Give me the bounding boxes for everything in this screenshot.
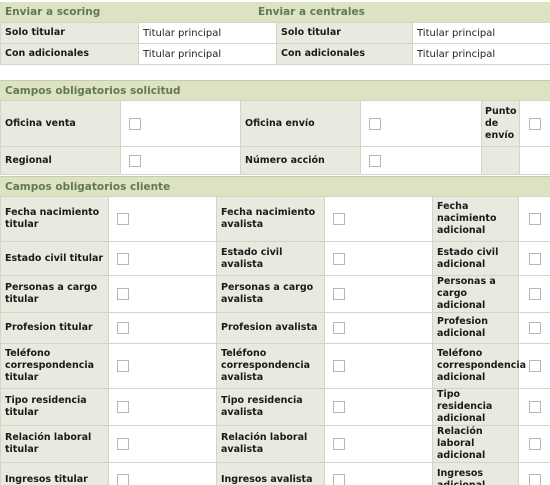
cliente-field-label-adicional: Profesion adicional (432, 312, 519, 344)
cliente-field-label-avalista: Estado civil avalista (216, 241, 325, 276)
cliente-row: Relación laboral titular Relación laboral… (0, 425, 550, 463)
cliente-checkbox-titular[interactable] (117, 322, 129, 334)
cliente-field-label-titular: Teléfono correspondencia titular (0, 343, 109, 389)
cliente-field-label-titular: Relación laboral titular (0, 425, 109, 463)
oficina-envio-checkbox[interactable] (369, 117, 381, 130)
scoring-title: Enviar a scoring (5, 6, 101, 18)
cliente-checkbox-avalista[interactable] (333, 213, 345, 225)
scoring-row: Con adicionales Titular principal Con ad… (0, 43, 550, 65)
cliente-row: Estado civil titular Estado civil avalist… (0, 241, 550, 276)
empty-label-cell (481, 146, 520, 175)
cliente-checkbox-adicional[interactable] (528, 360, 541, 372)
cliente-row: Tipo residencia titular Tipo residencia a… (0, 388, 550, 426)
cliente-row: Ingresos titular Ingresos avalista Ingreso… (0, 462, 550, 485)
cliente-checkbox-avalista[interactable] (333, 322, 345, 334)
cliente-field-label-adicional: Personas a cargo adicional (432, 275, 519, 313)
scoring-solo-titular-label: Solo titular (0, 22, 139, 44)
cliente-checkbox-titular[interactable] (117, 252, 129, 265)
centrales-con-adicionales-label: Con adicionales (276, 43, 413, 65)
cliente-header: Campos obligatorios cliente (0, 176, 550, 196)
cliente-checkbox-titular[interactable] (117, 401, 129, 413)
regional-checkbox[interactable] (129, 154, 141, 167)
solicitud-title: Campos obligatorios solicitud (5, 85, 181, 97)
cliente-checkbox-avalista[interactable] (333, 288, 345, 300)
cliente-field-label-avalista: Relación laboral avalista (216, 425, 325, 463)
cliente-field-label-titular: Fecha nacimiento titular (0, 196, 109, 242)
punto-envio-checkbox[interactable] (529, 117, 541, 130)
cliente-checkbox-adicional[interactable] (528, 322, 541, 334)
solicitud-table: Oficina venta Oficina envío Punto de env… (0, 100, 550, 175)
cliente-checkbox-avalista[interactable] (333, 360, 345, 372)
regional-label: Regional (0, 146, 121, 175)
cliente-field-label-avalista: Teléfono correspondencia avalista (216, 343, 325, 389)
solicitud-row: Regional Número acción (0, 146, 550, 175)
oficina-envio-label: Oficina envío (240, 100, 361, 147)
centrales-solo-titular-label: Solo titular (276, 22, 413, 44)
cliente-field-label-titular: Ingresos titular (0, 462, 109, 485)
cliente-checkbox-adicional[interactable] (528, 438, 541, 450)
cliente-row: Teléfono correspondencia titular Teléfono… (0, 343, 550, 389)
cliente-field-label-titular: Tipo residencia titular (0, 388, 109, 426)
cliente-row: Fecha nacimiento titular Fecha nacimiento… (0, 196, 550, 242)
cliente-field-label-avalista: Fecha nacimiento avalista (216, 196, 325, 242)
numero-accion-checkbox[interactable] (369, 154, 381, 167)
cliente-field-label-adicional: Relación laboral adicional (432, 425, 519, 463)
cliente-checkbox-adicional[interactable] (528, 213, 541, 225)
centrales-title: Enviar a centrales (258, 6, 365, 18)
cliente-field-label-adicional: Ingresos adicional (432, 462, 519, 485)
cliente-table: Fecha nacimiento titular Fecha nacimiento… (0, 196, 550, 485)
cliente-checkbox-avalista[interactable] (333, 438, 345, 450)
cliente-row: Profesion titular Profesion avalista Profe… (0, 312, 550, 344)
cliente-checkbox-adicional[interactable] (528, 252, 541, 265)
cliente-field-label-avalista: Profesion avalista (216, 312, 325, 344)
numero-accion-label: Número acción (240, 146, 361, 175)
oficina-venta-label: Oficina venta (0, 100, 121, 147)
cliente-field-label-adicional: Teléfono correspondencia adicional (432, 343, 526, 389)
cliente-field-label-titular: Estado civil titular (0, 241, 109, 276)
cliente-checkbox-adicional[interactable] (528, 473, 541, 485)
cliente-checkbox-titular[interactable] (117, 438, 129, 450)
cliente-checkbox-titular[interactable] (117, 288, 129, 300)
cliente-field-label-adicional: Tipo residencia adicional (432, 388, 519, 426)
scoring-row: Solo titular Titular principal Solo titu… (0, 22, 550, 44)
centrales-con-adicionales-value[interactable]: Titular principal (412, 43, 550, 65)
scoring-table: Solo titular Titular principal Solo titu… (0, 22, 550, 65)
cliente-field-label-avalista: Tipo residencia avalista (216, 388, 325, 426)
cliente-checkbox-titular[interactable] (117, 360, 129, 372)
cliente-checkbox-avalista[interactable] (333, 401, 345, 413)
cliente-field-label-adicional: Fecha nacimiento adicional (432, 196, 519, 242)
cliente-field-label-titular: Profesion titular (0, 312, 109, 344)
cliente-field-label-adicional: Estado civil adicional (432, 241, 519, 276)
cliente-field-label-avalista: Personas a cargo avalista (216, 275, 325, 313)
cliente-checkbox-adicional[interactable] (528, 288, 541, 300)
cliente-checkbox-adicional[interactable] (528, 401, 541, 413)
oficina-venta-checkbox[interactable] (129, 117, 141, 130)
cliente-checkbox-avalista[interactable] (333, 473, 345, 485)
cliente-checkbox-titular[interactable] (117, 473, 129, 485)
solicitud-row: Oficina venta Oficina envío Punto de env… (0, 100, 550, 147)
cliente-row: Personas a cargo titular Personas a cargo… (0, 275, 550, 313)
cliente-field-label-titular: Personas a cargo titular (0, 275, 109, 313)
cliente-checkbox-titular[interactable] (117, 213, 129, 225)
scoring-solo-titular-value[interactable]: Titular principal (138, 22, 277, 44)
empty-cell (519, 146, 550, 175)
scoring-con-adicionales-value[interactable]: Titular principal (138, 43, 277, 65)
scoring-con-adicionales-label: Con adicionales (0, 43, 139, 65)
solicitud-header: Campos obligatorios solicitud (0, 80, 550, 100)
scoring-header: Enviar a scoring Enviar a centrales (0, 2, 550, 22)
cliente-checkbox-avalista[interactable] (333, 252, 345, 265)
cliente-field-label-avalista: Ingresos avalista (216, 462, 325, 485)
punto-envio-label: Punto de envío (481, 100, 520, 147)
cliente-title: Campos obligatorios cliente (5, 181, 171, 193)
centrales-solo-titular-value[interactable]: Titular principal (412, 22, 550, 44)
